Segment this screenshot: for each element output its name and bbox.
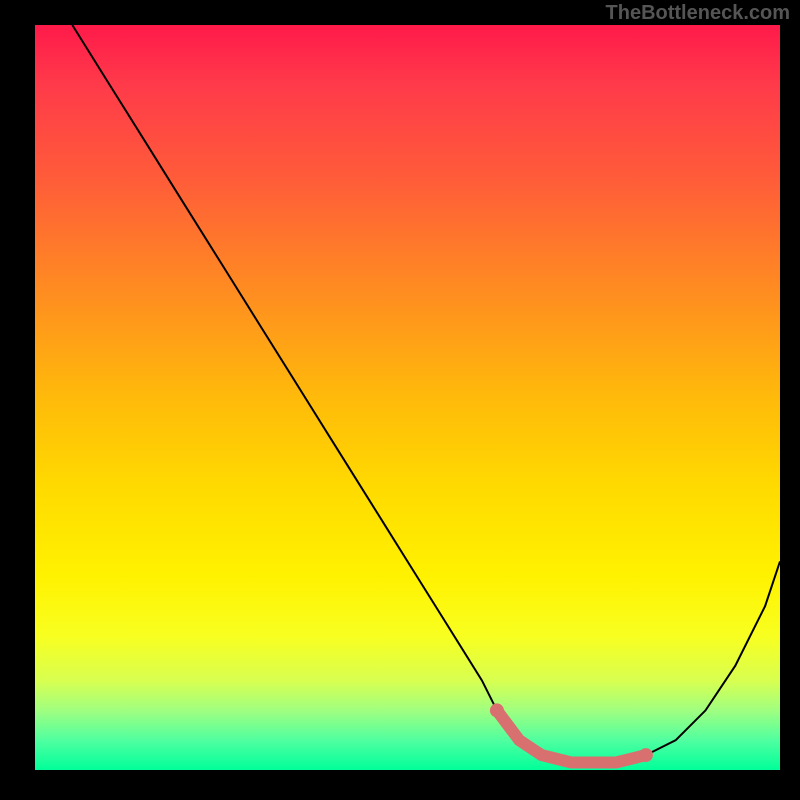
optimal-region-highlight xyxy=(497,710,646,762)
optimal-start-dot xyxy=(490,703,504,717)
chart-svg xyxy=(35,25,780,770)
plot-area xyxy=(35,25,780,770)
bottleneck-curve-line xyxy=(72,25,780,763)
chart-container: TheBottleneck.com xyxy=(0,0,800,800)
optimal-end-dot xyxy=(639,748,653,762)
watermark-text: TheBottleneck.com xyxy=(606,2,790,25)
